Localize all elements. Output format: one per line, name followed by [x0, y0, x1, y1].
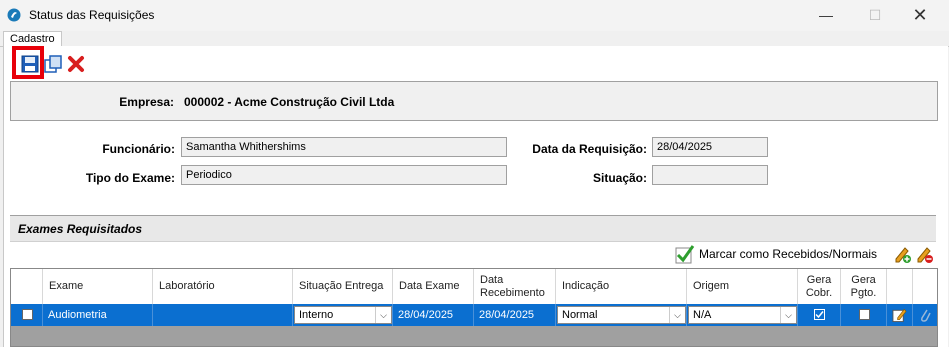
grid-header-gera-cobr[interactable]: Gera Cobr. — [798, 269, 841, 304]
checkmark-icon — [815, 311, 824, 319]
gera-pgto-checkbox[interactable] — [859, 309, 870, 320]
cell-laboratorio[interactable] — [153, 304, 293, 326]
tab-cadastro[interactable]: Cadastro — [3, 31, 62, 46]
empresa-panel: Empresa: 000002 - Acme Construção Civil … — [10, 81, 938, 121]
pencil-add-icon[interactable] — [893, 244, 913, 264]
marcar-recebidos-button[interactable]: Marcar como Recebidos/Normais — [675, 244, 877, 264]
indicacao-select[interactable]: Normal ⌵ — [557, 306, 686, 324]
grid-header-origem[interactable]: Origem — [687, 269, 798, 304]
copy-icon[interactable] — [43, 54, 63, 74]
grid-header-gera-pgto[interactable]: Gera Pgto. — [841, 269, 887, 304]
marcar-label: Marcar como Recebidos/Normais — [699, 247, 878, 261]
situacao-entrega-value: Interno — [299, 309, 334, 321]
exames-grid: Exame Laboratório Situação Entrega Data … — [10, 268, 938, 347]
situacao-label: Situação: — [592, 171, 647, 185]
grid-header-select — [11, 269, 43, 304]
cell-data-exame[interactable]: 28/04/2025 — [393, 304, 474, 326]
chevron-down-icon: ⌵ — [375, 307, 391, 323]
data-requisicao-label: Data da Requisição: — [532, 142, 647, 156]
funcionario-field[interactable]: Samantha Whithershims — [181, 137, 507, 157]
gera-cobr-checkbox[interactable] — [814, 309, 825, 320]
grid-header-edit — [887, 269, 913, 304]
cell-exame[interactable]: Audiometria — [43, 304, 153, 326]
tipo-exame-label: Tipo do Exame: — [85, 171, 175, 185]
origem-select[interactable]: N/A ⌵ — [688, 306, 797, 324]
situacao-field[interactable] — [652, 165, 768, 185]
edit-icon[interactable] — [892, 307, 907, 323]
grid-header-situacao-entrega[interactable]: Situação Entrega — [293, 269, 393, 304]
app-icon — [7, 8, 21, 22]
grid-header-data-recebimento[interactable]: Data Recebimento — [474, 269, 556, 304]
close-button[interactable]: ✕ — [897, 0, 943, 31]
paperclip-icon[interactable] — [918, 307, 932, 323]
pencil-remove-icon[interactable] — [915, 244, 935, 264]
window-title: Status das Requisições — [29, 8, 155, 22]
grid-header-exame[interactable]: Exame — [43, 269, 153, 304]
chevron-down-icon: ⌵ — [669, 307, 685, 323]
chevron-down-icon: ⌵ — [780, 307, 796, 323]
grid-header-data-exame[interactable]: Data Exame — [393, 269, 474, 304]
grid-header-indicacao[interactable]: Indicação — [556, 269, 687, 304]
row-select-checkbox[interactable] — [22, 309, 33, 320]
title-bar: Status das Requisições — ☐ ✕ — [0, 0, 949, 31]
origem-value: N/A — [693, 309, 712, 321]
tab-strip — [0, 31, 949, 47]
cell-edit — [887, 304, 913, 326]
grid-header-laboratorio[interactable]: Laboratório — [153, 269, 293, 304]
cell-data-recebimento[interactable]: 28/04/2025 — [474, 304, 556, 326]
situacao-entrega-select[interactable]: Interno ⌵ — [294, 306, 392, 324]
delete-icon[interactable] — [66, 54, 86, 74]
minimize-button[interactable]: — — [803, 0, 849, 31]
tipo-exame-field[interactable]: Periodico — [181, 165, 507, 185]
cell-attach — [913, 304, 937, 326]
data-requisicao-field[interactable]: 28/04/2025 — [652, 137, 768, 157]
empresa-value: 000002 - Acme Construção Civil Ltda — [184, 95, 395, 109]
exames-title: Exames Requisitados — [18, 222, 143, 236]
maximize-button[interactable]: ☐ — [852, 0, 898, 31]
indicacao-value: Normal — [562, 309, 598, 321]
funcionario-label: Funcionário: — [102, 142, 175, 156]
empresa-label: Empresa: — [119, 95, 174, 109]
green-check-icon — [675, 245, 695, 264]
save-icon[interactable] — [20, 54, 40, 74]
grid-header-attach — [913, 269, 937, 304]
exames-header: Exames Requisitados — [10, 215, 936, 242]
